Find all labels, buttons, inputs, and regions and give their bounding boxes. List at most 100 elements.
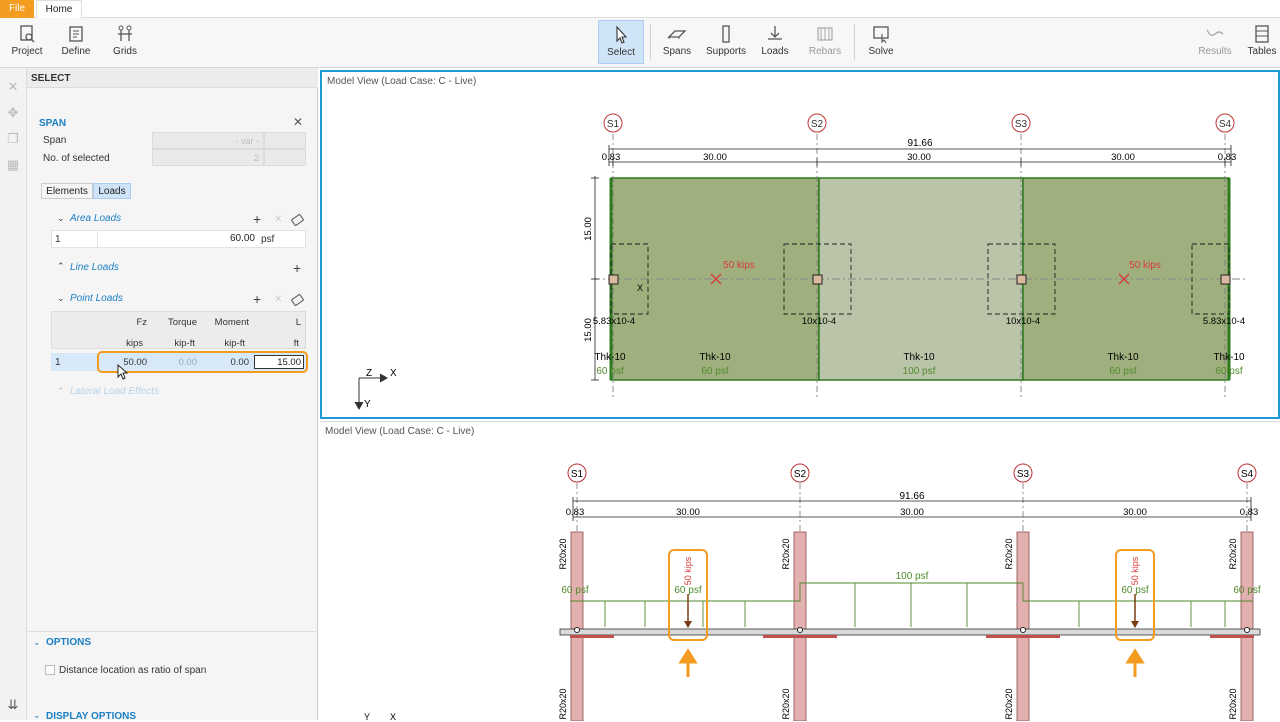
col-section-4: R20x20	[1228, 538, 1238, 569]
options-title[interactable]: OPTIONS	[46, 637, 91, 648]
tool-strip: ✕ ✥ ❐ ▦ ⇊	[0, 68, 27, 720]
spans-icon	[667, 30, 687, 39]
results-button[interactable]: Results	[1194, 20, 1236, 64]
define-label: Define	[61, 46, 91, 57]
span-value: - var -	[152, 132, 264, 149]
close-icon[interactable]: ✕	[293, 115, 303, 129]
chevron-down-icon[interactable]: ⌄	[57, 213, 65, 224]
loads-icon	[768, 26, 782, 40]
delete-icon: ✕	[274, 294, 283, 305]
project-button[interactable]: Project	[6, 20, 48, 64]
eraser-icon[interactable]	[290, 213, 305, 227]
area-row-value[interactable]: 60.00	[97, 230, 257, 248]
dim-span-3: 30.00	[1111, 152, 1135, 163]
add-icon[interactable]: +	[253, 292, 261, 306]
ribbon-separator	[650, 24, 651, 60]
point-loads-title[interactable]: Point Loads	[70, 293, 123, 304]
col-section-8: R20x20	[1228, 688, 1238, 719]
chevron-down-icon[interactable]: ⌄	[57, 293, 65, 304]
arrowhead	[1131, 621, 1139, 628]
grid-lines	[576, 483, 1248, 721]
tab-loads[interactable]: Loads	[93, 183, 131, 199]
plan-viewport[interactable]: Model View (Load Case: C - Live) S1 S2 S…	[320, 70, 1280, 419]
ribbon-separator	[854, 24, 855, 60]
dim-left: 0.83	[602, 152, 621, 163]
rebars-button[interactable]: Rebars	[804, 20, 846, 64]
ratio-checkbox[interactable]	[45, 665, 55, 675]
grid-label-s1: S1	[607, 119, 620, 130]
eraser-icon[interactable]	[290, 293, 305, 307]
add-icon[interactable]: +	[253, 212, 261, 226]
top-tab-bar: File Home	[0, 0, 1280, 18]
column-elevations[interactable]	[570, 531, 1254, 721]
grids-button[interactable]: Grids	[106, 20, 144, 64]
file-tab[interactable]: File	[0, 0, 34, 18]
define-button[interactable]: Define	[56, 20, 96, 64]
solve-button[interactable]: Solve	[862, 20, 900, 64]
grid-bubbles: S1 S2 S3 S4	[603, 113, 1235, 133]
sort-icon[interactable]: ⇊	[6, 698, 20, 712]
col-size-4: 5.83x10-4	[1203, 316, 1245, 327]
chevron-down-icon[interactable]: ⌄	[33, 710, 41, 721]
home-tab[interactable]: Home	[36, 0, 82, 18]
cursor-icon	[616, 25, 628, 44]
rebars-label: Rebars	[808, 46, 842, 57]
tab-elements[interactable]: Elements	[41, 183, 93, 199]
lateral-load-title: Lateral Load Effects	[70, 386, 159, 397]
loads-button[interactable]: Loads	[756, 20, 794, 64]
selected-label: No. of selected	[43, 153, 110, 164]
span-value-extra	[264, 132, 306, 149]
axis-y-label: Y	[364, 399, 371, 410]
col-section-1: R20x20	[558, 538, 568, 569]
select-label: Select	[607, 47, 635, 58]
span-title: SPAN	[39, 118, 67, 129]
supports-icon	[722, 25, 730, 43]
display-options-title[interactable]: DISPLAY OPTIONS	[46, 711, 136, 722]
grid-label-s3: S3	[1015, 119, 1028, 130]
close-icon[interactable]: ✕	[6, 80, 20, 94]
col-size-2: 10x10-4	[802, 316, 836, 327]
spans-button[interactable]: Spans	[658, 20, 696, 64]
copy-icon[interactable]: ❐	[6, 132, 20, 146]
array-icon[interactable]: ▦	[6, 158, 20, 172]
pt-moment[interactable]: 0.00	[199, 357, 250, 368]
thk-label-3: Thk-10	[903, 352, 935, 363]
grids-icon	[118, 25, 132, 41]
tables-button[interactable]: Tables	[1244, 20, 1280, 64]
line-loads-title[interactable]: Line Loads	[70, 262, 119, 273]
select-button[interactable]: Select	[598, 20, 644, 64]
pt-torque[interactable]: 0.00	[149, 357, 198, 368]
add-icon[interactable]: +	[293, 261, 301, 275]
pt-l-input[interactable]: 15.00	[254, 355, 304, 369]
highlight-arrows	[678, 648, 1145, 677]
ratio-checkbox-label: Distance location as ratio of span	[59, 665, 207, 676]
define-icon	[69, 26, 83, 42]
area-loads-title[interactable]: Area Loads	[70, 213, 121, 224]
spans-label: Spans	[662, 46, 692, 57]
drop-panels-elev	[570, 635, 1254, 638]
dim-span-2: 30.00	[907, 152, 931, 163]
col-fz: Fz	[136, 317, 147, 328]
axis-z-label: Z	[366, 368, 372, 379]
loads-label: Loads	[761, 46, 789, 57]
properties-panel: SELECT SPAN ✕ Span - var - No. of select…	[27, 68, 318, 722]
move-icon[interactable]: ✥	[6, 106, 20, 120]
elevation-viewport[interactable]: Model View (Load Case: C - Live) S1 S2 S…	[320, 421, 1280, 721]
results-label: Results	[1198, 46, 1232, 57]
grid-label-s3: S3	[1017, 469, 1030, 480]
chevron-down-icon[interactable]: ⌄	[33, 637, 41, 648]
elevation-drawing: S1 S2 S3 S4 91.66 0.83 30.00 30.00 30.00…	[364, 463, 1261, 721]
project-label: Project	[11, 46, 43, 57]
axis-triad	[354, 373, 389, 411]
selected-value: 2	[152, 149, 264, 166]
area-load-diagram[interactable]	[570, 582, 1253, 627]
thk-label-5: Thk-10	[1213, 352, 1245, 363]
grid-label-s4: S4	[1219, 119, 1232, 130]
col-moment: Moment	[214, 317, 249, 328]
grid-bubbles: S1 S2 S3 S4	[567, 463, 1257, 483]
supports-button[interactable]: Supports	[704, 20, 748, 64]
col-size-1: 5.83x10-4	[593, 316, 635, 327]
pt-row-index: 1	[55, 357, 61, 368]
mouse-cursor-icon	[117, 364, 129, 380]
chevron-up-icon[interactable]: ⌃	[57, 261, 65, 272]
